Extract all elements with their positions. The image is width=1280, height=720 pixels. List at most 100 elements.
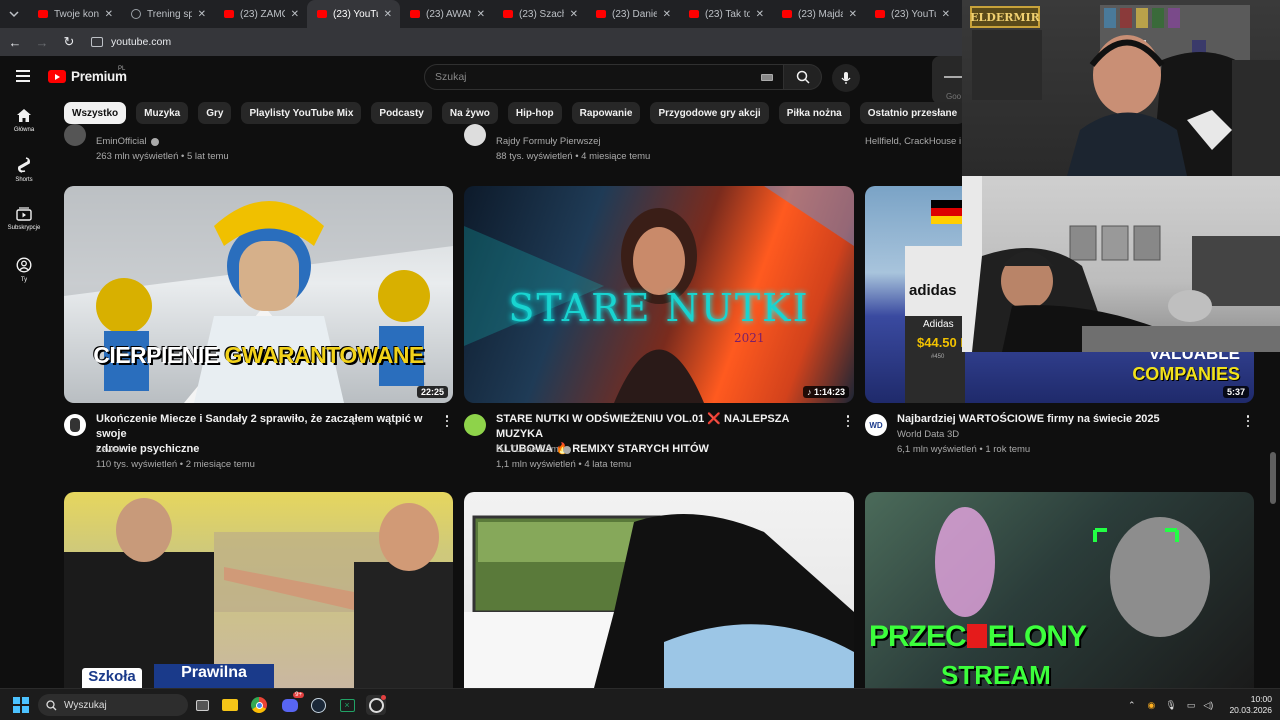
filter-chip[interactable]: Na żywo <box>441 102 498 124</box>
channel-name[interactable]: Hellfield, CrackHouse i i <box>865 136 966 147</box>
browser-tab[interactable]: (23) Szachta ✕ <box>493 0 586 28</box>
account-popup[interactable]: Goo <box>932 56 962 104</box>
notification-badge: 9+ <box>293 692 304 698</box>
task-view-icon[interactable] <box>192 695 212 715</box>
video-thumbnail[interactable]: PRZEC ELONY STREAM <box>865 492 1254 688</box>
menu-icon[interactable] <box>16 70 30 82</box>
browser-tab[interactable]: (23) Daniel I ✕ <box>586 0 679 28</box>
network-icon[interactable]: ▭ <box>1187 700 1196 711</box>
channel-avatar[interactable] <box>64 124 86 146</box>
browser-tab[interactable]: (23) Majdan ✕ <box>772 0 865 28</box>
tray-overflow-icon[interactable]: ⌃ <box>1128 700 1136 711</box>
more-options-icon[interactable] <box>444 415 450 427</box>
windows-start-icon[interactable] <box>13 697 29 713</box>
forward-button[interactable]: → <box>30 28 54 56</box>
nav-you[interactable]: Ty <box>0 257 48 283</box>
close-icon[interactable]: ✕ <box>291 9 299 20</box>
browser-tab[interactable]: Trening spec ✕ <box>121 0 214 28</box>
thumbnail-brand: adidas <box>909 282 957 299</box>
browser-tab[interactable]: (23) Tak to s ✕ <box>679 0 772 28</box>
taskbar-search-placeholder: Wyszukaj <box>64 699 107 711</box>
taskbar-search[interactable]: Wyszukaj <box>38 694 188 716</box>
filter-chip[interactable]: Muzyka <box>136 102 189 124</box>
channel-name[interactable]: EminOfficial <box>96 136 159 147</box>
keyboard-icon[interactable] <box>761 74 773 81</box>
nav-subscriptions[interactable]: Subskrypcje <box>0 207 48 231</box>
video-title[interactable]: Najbardziej WARTOŚCIOWE firmy na świecie… <box>897 412 1237 427</box>
excel-icon[interactable]: × <box>337 695 357 715</box>
close-icon[interactable]: ✕ <box>384 9 392 20</box>
video-title[interactable]: Ukończenie Miecze i Sandały 2 sprawiło, … <box>96 412 436 457</box>
channel-name[interactable]: Lewek <box>96 444 123 455</box>
site-info-icon[interactable] <box>91 37 103 47</box>
obs-icon[interactable] <box>366 695 386 715</box>
nav-label: Shorts <box>15 177 33 183</box>
filter-chip[interactable]: Rapowanie <box>571 102 641 124</box>
nav-shorts[interactable]: Shorts <box>0 157 48 183</box>
thumbnail-rank: #450 <box>931 354 945 360</box>
filter-chip[interactable]: Ostatnio przesłane <box>859 102 962 124</box>
close-icon[interactable]: ✕ <box>942 9 950 20</box>
voice-search-button[interactable] <box>832 64 860 92</box>
more-options-icon[interactable] <box>845 415 851 427</box>
discord-icon[interactable]: 9+ <box>280 692 304 715</box>
video-thumbnail[interactable]: STARE NUTKI 2021 ♪ 1:14:23 <box>464 186 854 403</box>
browser-tab[interactable]: Twoje konto ✕ <box>28 0 121 28</box>
tab-search-button[interactable] <box>0 0 28 28</box>
url-field[interactable]: youtube.com <box>87 31 171 53</box>
file-explorer-icon[interactable] <box>220 695 240 715</box>
thumbnail-art <box>935 507 1210 637</box>
browser-tab[interactable]: (23) AWANT ✕ <box>400 0 493 28</box>
tray-app-icon[interactable]: ◉ <box>1148 700 1156 711</box>
youtube-logo[interactable]: Premium <box>48 69 127 84</box>
channel-name[interactable]: Rajdy Formuły Pierwszej <box>496 136 601 147</box>
webcam-guest <box>962 176 1280 352</box>
close-icon[interactable]: ✕ <box>570 9 578 20</box>
close-icon[interactable]: ✕ <box>198 9 206 20</box>
close-icon[interactable]: ✕ <box>105 9 113 20</box>
page-scrollbar[interactable] <box>1270 452 1276 504</box>
filter-chip[interactable]: Gry <box>198 102 232 124</box>
filter-chip[interactable]: Przygodowe gry akcji <box>650 102 769 124</box>
volume-icon[interactable]: ◁) <box>1203 700 1213 711</box>
browser-tab[interactable]: (23) YouTube ✕ <box>307 0 400 28</box>
video-title-line: STARE NUTKI W ODŚWIEŻENIU VOL.01 ❌ NAJLE… <box>496 413 789 440</box>
close-icon[interactable]: ✕ <box>849 9 857 20</box>
filter-chip[interactable]: Hip-hop <box>507 102 562 124</box>
search-input[interactable]: Szukaj <box>424 64 784 90</box>
microphone-tray-icon[interactable]: 🎙 <box>1165 700 1176 711</box>
video-thumbnail[interactable] <box>464 492 854 688</box>
filter-chip[interactable]: Podcasty <box>371 102 432 124</box>
steam-icon[interactable] <box>308 695 328 715</box>
close-icon[interactable]: ✕ <box>477 9 485 20</box>
browser-tab[interactable]: (23) ZAMÓW ✕ <box>214 0 307 28</box>
video-thumbnail[interactable]: Szkoła Prawilna <box>64 492 453 688</box>
channel-avatar[interactable] <box>64 414 86 436</box>
channel-avatar[interactable] <box>464 414 486 436</box>
browser-tab[interactable]: (23) YouTub ✕ <box>865 0 958 28</box>
nav-home[interactable]: Główna <box>0 108 48 133</box>
clock[interactable]: 10:00 20.03.2026 <box>1226 694 1272 716</box>
channel-name[interactable]: DJ Tunne Edm <box>496 444 571 455</box>
thumbnail-art <box>464 514 854 688</box>
thumbnail-title: STARE NUTKI <box>508 286 810 330</box>
home-icon <box>17 109 31 122</box>
filter-chip[interactable]: Piłka nożna <box>778 102 850 124</box>
filter-chip[interactable]: Wszystko <box>64 102 127 124</box>
search-button[interactable] <box>784 64 822 90</box>
channel-avatar[interactable] <box>464 124 486 146</box>
popup-hint: Goo <box>946 92 962 101</box>
filter-chip[interactable]: Playlisty YouTube Mix <box>241 102 362 124</box>
channel-name[interactable]: World Data 3D <box>897 429 959 440</box>
reload-button[interactable]: ↻ <box>57 28 81 56</box>
more-options-icon[interactable] <box>1245 415 1251 427</box>
back-button[interactable]: ← <box>3 28 27 56</box>
channel-avatar[interactable]: WD <box>865 414 887 436</box>
close-icon[interactable]: ✕ <box>756 9 764 20</box>
close-icon[interactable]: ✕ <box>663 9 671 20</box>
tab-title: (23) YouTub <box>891 8 936 20</box>
video-title-line: Ukończenie Miecze i Sandały 2 sprawiło, … <box>96 413 423 440</box>
video-thumbnail[interactable]: CIERPIENIE GWARANTOWANE 22:25 <box>64 186 453 403</box>
webcam-streamer: ELDERMIR <box>962 0 1280 176</box>
chrome-icon[interactable] <box>249 695 269 715</box>
